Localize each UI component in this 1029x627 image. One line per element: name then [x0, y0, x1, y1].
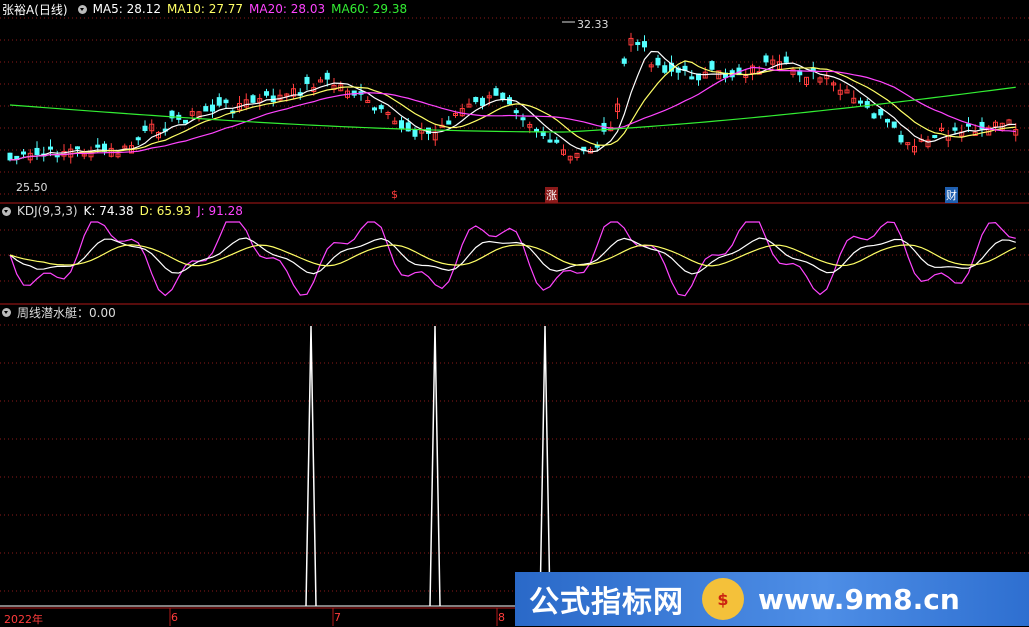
- candle-body: [655, 57, 661, 66]
- candle-body: [183, 119, 188, 124]
- candle-body: [871, 113, 877, 119]
- candle-body: [891, 121, 897, 128]
- ma20-line: [9, 66, 1016, 161]
- candle-body: [763, 55, 769, 63]
- kdj-k-line: [9, 237, 1016, 275]
- candle-body: [507, 97, 512, 105]
- event-marker-finance[interactable]: 财: [945, 187, 958, 203]
- candle-body: [520, 117, 526, 121]
- candle-body: [493, 88, 499, 96]
- low-price-label: 25.50: [16, 181, 48, 194]
- candle-body: [304, 76, 310, 84]
- signal-spike: [539, 325, 551, 607]
- candle-body: [952, 127, 958, 131]
- candle-body: [446, 120, 452, 125]
- candle-body: [7, 152, 13, 161]
- candle-body: [898, 134, 904, 143]
- candle-body: [378, 105, 384, 110]
- candle-body: [324, 72, 330, 80]
- ma60-line: [9, 86, 1016, 133]
- candle-body: [689, 76, 695, 80]
- event-marker-dividend[interactable]: $: [391, 188, 398, 201]
- watermark-banner: 公式指标网 $ www.9m8.cn: [515, 572, 1029, 626]
- candle-body: [662, 65, 668, 73]
- signal-spike: [429, 325, 441, 607]
- candle-body: [223, 99, 229, 104]
- candle-body: [885, 118, 890, 123]
- watermark-url: www.9m8.cn: [758, 582, 960, 616]
- event-marker-rise[interactable]: 涨: [545, 187, 558, 203]
- candle-body: [858, 100, 863, 104]
- candle-body: [75, 146, 80, 150]
- candle-body: [635, 42, 641, 46]
- candle-body: [709, 61, 715, 70]
- candle-body: [554, 139, 560, 143]
- candle-body: [210, 104, 215, 112]
- candle-body: [264, 91, 269, 96]
- candle-body: [412, 129, 418, 137]
- candle-body: [621, 58, 627, 64]
- ma10-line: [9, 60, 1016, 161]
- candle-body: [480, 97, 485, 106]
- signal-spike: [305, 325, 317, 607]
- candle-body: [48, 146, 53, 150]
- watermark-title: 公式指标网: [529, 585, 684, 620]
- chart-canvas[interactable]: [0, 0, 1029, 626]
- candle-body: [547, 139, 553, 143]
- x-axis-label-aug: 8: [498, 611, 505, 624]
- candle-body: [135, 137, 141, 141]
- candle-body: [783, 56, 789, 63]
- candle-body: [372, 107, 377, 111]
- candle-body: [216, 97, 222, 106]
- candle-body: [34, 147, 40, 156]
- x-axis-label-jun: 6: [171, 611, 178, 624]
- candle-body: [966, 123, 971, 127]
- candle-body: [534, 128, 539, 132]
- candle-body: [250, 95, 256, 103]
- candle-body: [95, 144, 101, 148]
- candle-body: [642, 41, 647, 48]
- high-price-label: 32.33: [577, 18, 609, 31]
- candle-body: [513, 110, 519, 114]
- candle-body: [500, 92, 506, 100]
- candle-body: [932, 135, 938, 139]
- candle-body: [203, 106, 209, 112]
- candle-body: [142, 125, 148, 132]
- candle-body: [21, 151, 26, 155]
- candle-body: [878, 109, 884, 116]
- watermark-logo-icon: $: [702, 578, 744, 620]
- x-axis-label-year: 2022年: [4, 613, 43, 626]
- candle-body: [473, 97, 479, 103]
- candle-body: [399, 120, 404, 130]
- x-axis-label-jul: 7: [334, 611, 341, 624]
